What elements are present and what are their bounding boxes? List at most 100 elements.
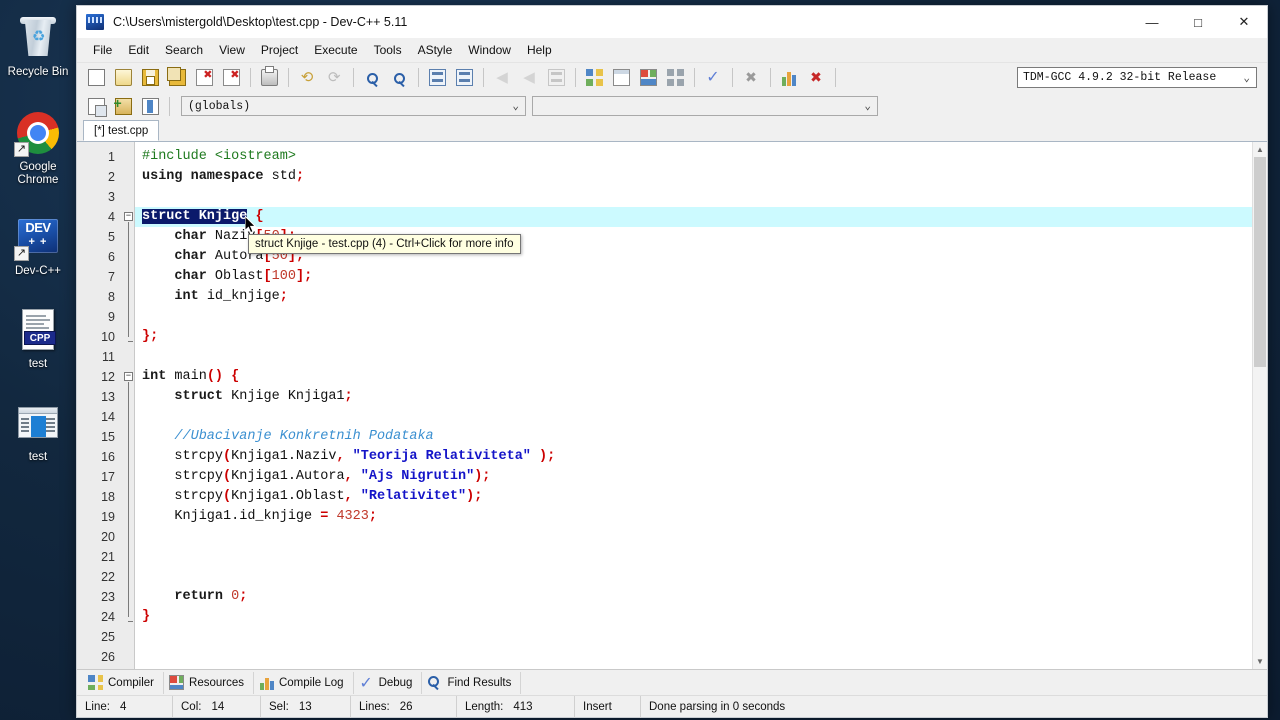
close-all-button[interactable] [218,66,244,90]
scrollbar-thumb[interactable] [1254,157,1266,367]
desktop-icon-test-cpp[interactable]: CPP test [0,300,76,375]
code-line[interactable]: char Oblast[100]; [135,267,1267,287]
menu-tools[interactable]: Tools [366,40,410,60]
code-line[interactable] [135,187,1267,207]
code-line[interactable]: using namespace std; [135,167,1267,187]
tab-resources[interactable]: Resources [164,671,254,694]
code-line[interactable]: strcpy(Knjiga1.Autora, "Ajs Nigrutin"); [135,467,1267,487]
code-line[interactable]: //Ubacivanje Konkretnih Podataka [135,427,1267,447]
code-line[interactable]: int main() { [135,367,1267,387]
menu-execute[interactable]: Execute [306,40,365,60]
fold-collapse-icon[interactable]: − [124,212,133,221]
code-line[interactable] [135,407,1267,427]
vertical-scrollbar[interactable]: ▲ ▼ [1252,142,1267,669]
new-file-button[interactable] [83,66,109,90]
status-sel: Sel: 13 [261,695,351,718]
compile-button[interactable] [581,66,607,90]
menu-astyle[interactable]: AStyle [410,40,461,60]
code-line[interactable]: struct Knjige { [135,207,1267,227]
menu-search[interactable]: Search [157,40,211,60]
code-line[interactable]: }; [135,327,1267,347]
desktop-icon-test-exe[interactable]: test [0,393,76,468]
tab-test-cpp[interactable]: [*] test.cpp [83,120,160,141]
debug-button[interactable]: ✖ [803,66,829,90]
code-line[interactable]: strcpy(Knjiga1.Oblast, "Relativitet"); [135,487,1267,507]
fold-collapse-icon[interactable]: − [124,372,133,381]
code-token: ); [466,489,483,504]
code-line[interactable] [135,627,1267,647]
back-button[interactable]: ◀ [489,66,515,90]
code-token: int [142,369,167,384]
save-file-button[interactable] [137,66,163,90]
code-line[interactable] [135,527,1267,547]
code-line[interactable]: Knjiga1.id_knjige = 4323; [135,507,1267,527]
code-line[interactable]: } [135,607,1267,627]
compiler-set-dropdown[interactable]: TDM-GCC 4.9.2 32-bit Release ⌄ [1017,67,1257,88]
maximize-button[interactable]: □ [1175,6,1221,38]
menu-view[interactable]: View [211,40,253,60]
line-number: 13 [101,390,115,404]
code-line[interactable]: int id_knjige; [135,287,1267,307]
tab-debug[interactable]: ✓ Debug [354,671,423,694]
new-project-button[interactable] [83,94,109,118]
desktop-icon-dev-cpp[interactable]: DEV + + ↗ Dev-C++ [0,207,76,282]
project-view-button[interactable] [137,94,163,118]
find-button[interactable] [359,66,385,90]
tab-compiler[interactable]: Compiler [83,671,165,694]
code-line[interactable] [135,647,1267,667]
code-line[interactable]: strcpy(Knjiga1.Naziv, "Teorija Relativit… [135,447,1267,467]
menu-help[interactable]: Help [519,40,560,60]
redo-button[interactable]: ⟲ [321,66,347,90]
status-length-label: Length: [465,700,504,713]
compile-run-button[interactable] [635,66,661,90]
stop-execution-button[interactable]: ✖ [738,66,764,90]
code-line[interactable] [135,307,1267,327]
goto-function-button[interactable] [451,66,477,90]
save-all-icon [166,67,186,86]
open-file-button[interactable] [110,66,136,90]
code-token: , [336,449,345,464]
replace-button[interactable] [386,66,412,90]
code-line[interactable] [135,347,1267,367]
tab-find-results[interactable]: Find Results [422,671,522,694]
scope-dropdown[interactable]: (globals) ⌄ [181,96,526,116]
desktop-icon-recycle-bin[interactable]: ♻ Recycle Bin [0,8,76,83]
symbol-dropdown[interactable]: ⌄ [532,96,878,116]
desktop-icon-google-chrome[interactable]: ↗ Google Chrome [0,103,76,191]
debug-bug-icon: ✖ [810,69,822,85]
syntax-check-button[interactable]: ✓ [700,66,726,90]
menu-file[interactable]: File [85,40,120,60]
rebuild-all-button[interactable] [662,66,688,90]
titlebar[interactable]: C:\Users\mistergold\Desktop\test.cpp - D… [77,6,1267,38]
undo-button[interactable]: ⟲ [294,66,320,90]
goto-line-button[interactable] [424,66,450,90]
forward-button[interactable]: ◀ [516,66,542,90]
code-line[interactable]: struct Knjige Knjiga1; [135,387,1267,407]
close-file-button[interactable] [191,66,217,90]
code-folding-column[interactable]: − − [123,142,135,669]
stop-icon: ✖ [745,69,757,85]
close-button[interactable]: ✕ [1221,6,1267,38]
scroll-up-arrow-icon[interactable]: ▲ [1253,142,1267,157]
code-line[interactable] [135,567,1267,587]
toolbar-separator [483,68,484,87]
toolbar-separator [353,68,354,87]
insert-button[interactable] [543,66,569,90]
menu-edit[interactable]: Edit [120,40,157,60]
code-line[interactable]: #include <iostream> [135,147,1267,167]
tab-compile-log[interactable]: Compile Log [254,671,354,694]
scroll-down-arrow-icon[interactable]: ▼ [1253,654,1267,669]
run-button[interactable] [608,66,634,90]
minimize-button[interactable]: — [1129,6,1175,38]
menu-project[interactable]: Project [253,40,306,60]
secondary-toolbar: (globals) ⌄ ⌄ [77,92,1267,120]
code-text-area[interactable]: struct Knjige - test.cpp (4) - Ctrl+Clic… [135,142,1267,669]
code-line[interactable]: return 0; [135,587,1267,607]
save-all-button[interactable] [164,66,190,90]
print-button[interactable] [256,66,282,90]
add-to-project-button[interactable] [110,94,136,118]
code-line[interactable] [135,547,1267,567]
line-number: 26 [101,650,115,664]
profile-button[interactable] [776,66,802,90]
menu-window[interactable]: Window [460,40,519,60]
